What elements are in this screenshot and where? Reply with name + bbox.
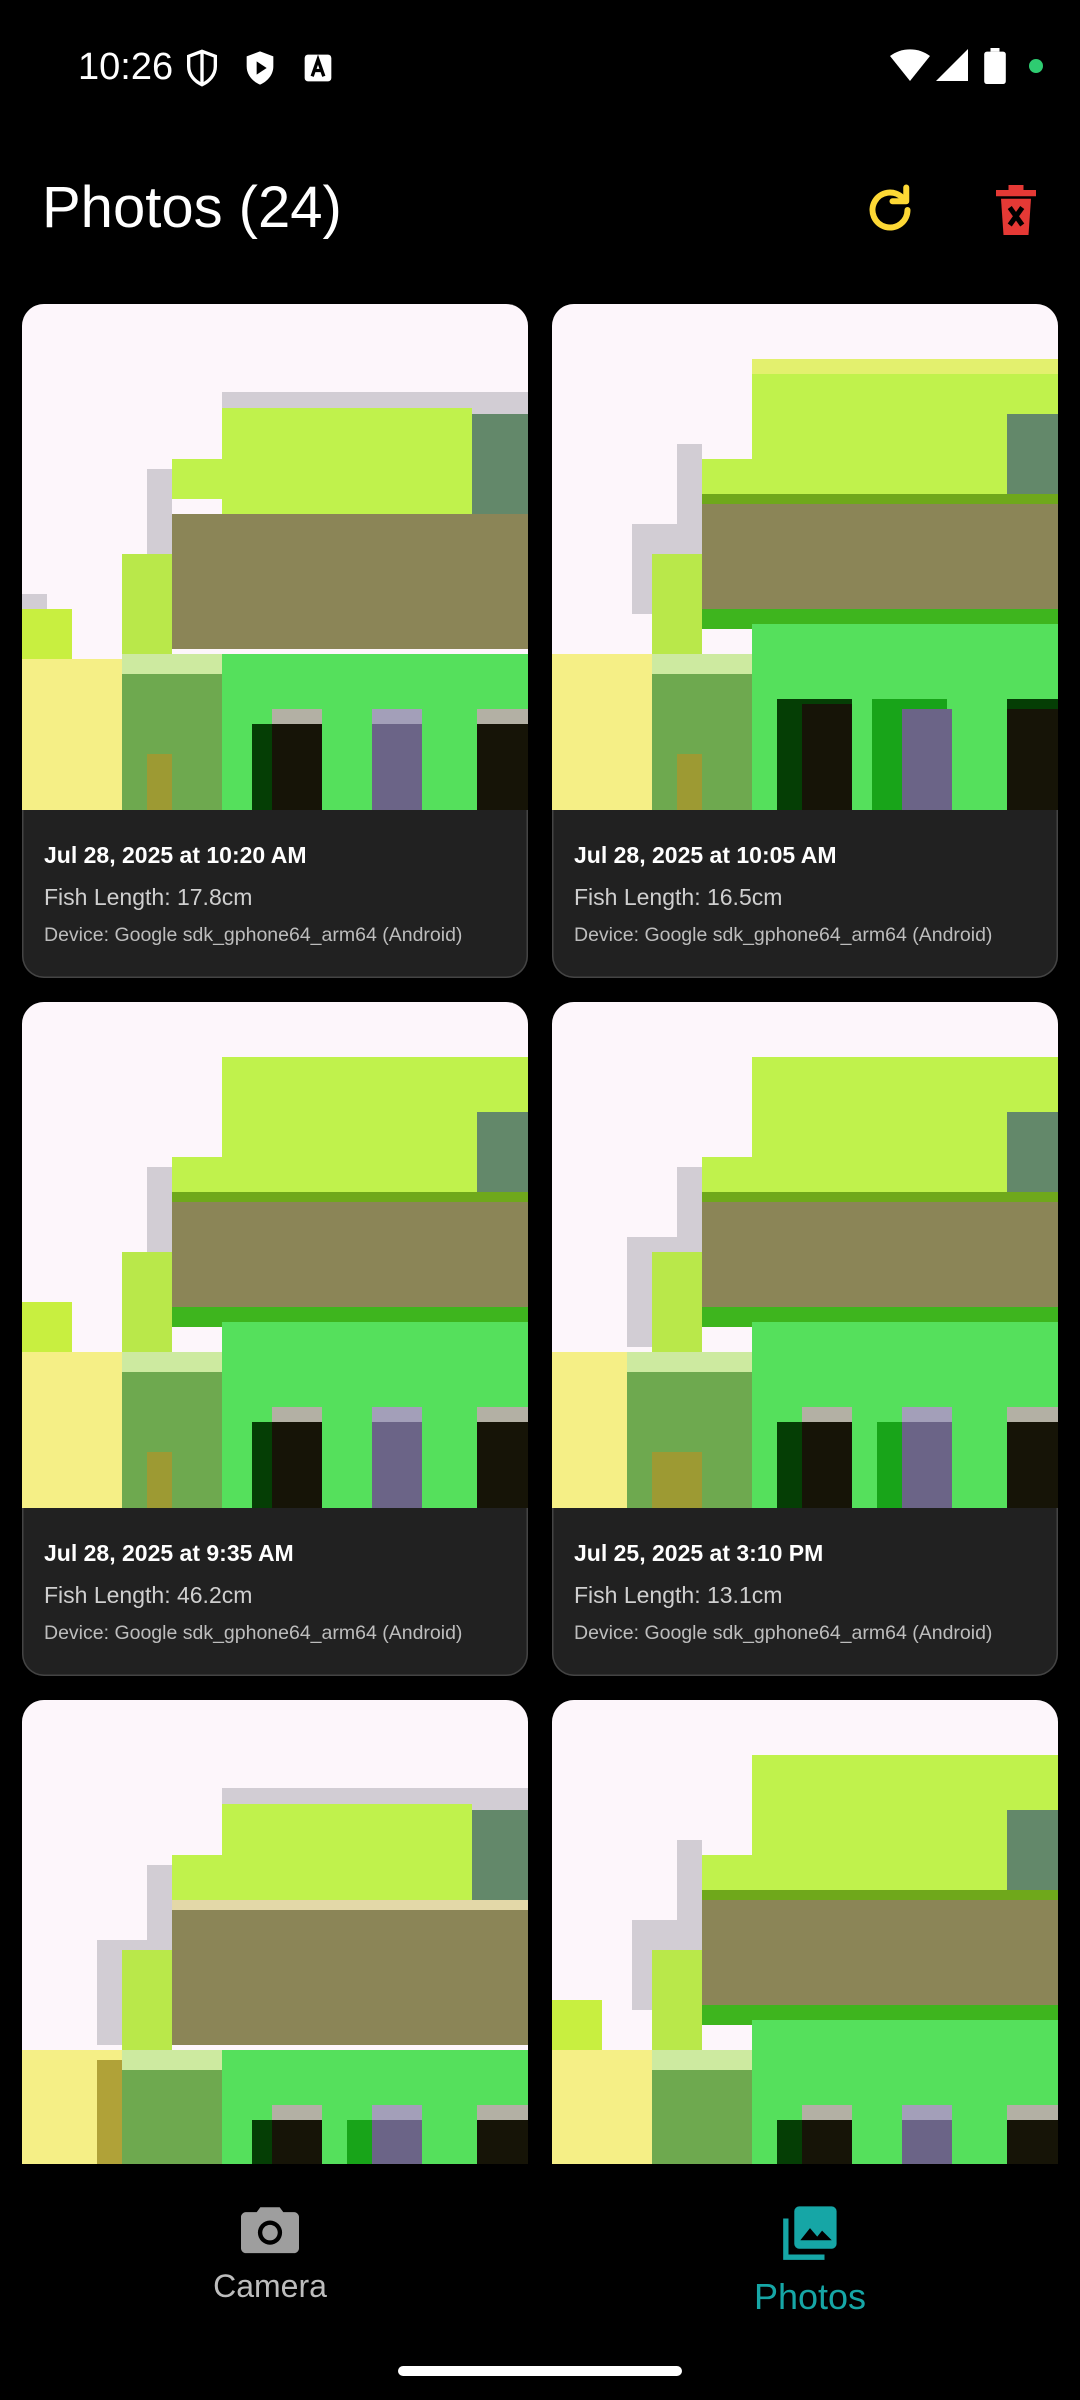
photo-thumbnail — [22, 1002, 528, 1508]
photo-card[interactable]: Jul 25, 2025 at 3:10 PM Fish Length: 13.… — [552, 1002, 1058, 1676]
battery-icon — [984, 48, 1006, 84]
shield-icon — [187, 49, 217, 87]
photo-thumbnail — [552, 1002, 1058, 1508]
device-info: Device: Google sdk_gphone64_arm64 (Andro… — [44, 1622, 463, 1644]
fish-length: Fish Length: 13.1cm — [574, 1582, 783, 1608]
signal-icon — [936, 49, 968, 81]
camera-icon — [241, 2207, 299, 2254]
photo-thumbnail — [552, 1700, 1058, 2164]
photo-grid: Jul 28, 2025 at 10:20 AM Fish Length: 17… — [22, 304, 1058, 2164]
photo-card[interactable]: Jul 28, 2025 at 10:20 AM Fish Length: 17… — [22, 304, 528, 978]
fish-length: Fish Length: 46.2cm — [44, 1582, 253, 1608]
refresh-icon[interactable] — [860, 180, 920, 240]
photo-card[interactable]: Jul 28, 2025 at 9:35 AM Fish Length: 46.… — [22, 1002, 528, 1676]
app-bar: Photos (24) — [0, 150, 1080, 270]
device-info: Device: Google sdk_gphone64_arm64 (Andro… — [574, 1622, 993, 1644]
photo-card[interactable] — [22, 1700, 528, 2164]
nav-item-camera[interactable]: Camera — [120, 2204, 420, 2305]
status-time: 10:26 — [78, 46, 174, 88]
dot-icon — [1029, 59, 1043, 73]
wifi-icon — [890, 49, 930, 81]
device-info: Device: Google sdk_gphone64_arm64 (Andro… — [574, 924, 993, 946]
photo-library-icon — [783, 2206, 837, 2260]
play-store-icon — [246, 51, 274, 85]
bottom-navigation: Camera Photos — [0, 2164, 1080, 2400]
nav-label-photos: Photos — [753, 2276, 867, 2317]
photo-thumbnail — [22, 304, 528, 810]
nav-label-camera: Camera — [213, 2268, 327, 2304]
photo-card[interactable] — [552, 1700, 1058, 2164]
photo-date: Jul 28, 2025 at 10:20 AM — [44, 842, 307, 868]
photo-date: Jul 28, 2025 at 10:05 AM — [574, 842, 837, 868]
fish-length: Fish Length: 17.8cm — [44, 884, 253, 910]
home-indicator[interactable] — [398, 2366, 682, 2376]
photo-date: Jul 28, 2025 at 9:35 AM — [44, 1540, 294, 1566]
fish-length: Fish Length: 16.5cm — [574, 884, 783, 910]
text-a-icon — [304, 54, 332, 82]
nav-item-photos[interactable]: Photos — [660, 2204, 960, 2318]
photo-thumbnail — [22, 1700, 528, 2164]
photo-card[interactable]: Jul 28, 2025 at 10:05 AM Fish Length: 16… — [552, 304, 1058, 978]
photo-thumbnail — [552, 304, 1058, 810]
page-title: Photos (24) — [42, 175, 342, 240]
device-info: Device: Google sdk_gphone64_arm64 (Andro… — [44, 924, 463, 946]
delete-icon[interactable] — [986, 180, 1046, 240]
photo-date: Jul 25, 2025 at 3:10 PM — [574, 1540, 824, 1566]
status-bar: 10:26 — [0, 0, 1080, 130]
